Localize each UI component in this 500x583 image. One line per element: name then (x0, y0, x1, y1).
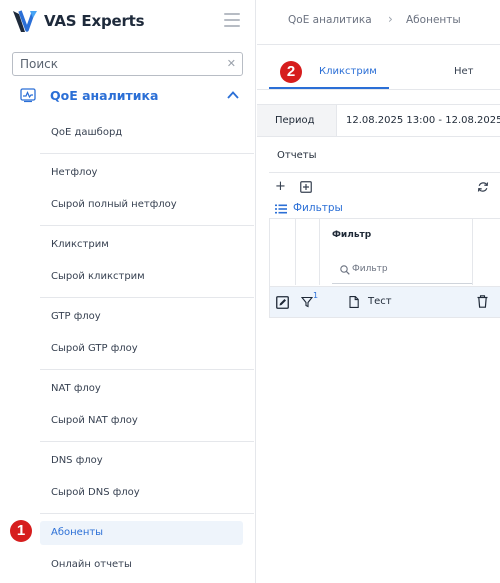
column-divider (472, 219, 473, 285)
reports-label: Отчеты (277, 150, 317, 161)
period-row: Период 12.08.2025 13:00 - 12.08.2025 (257, 104, 500, 137)
filters-table: Фильтр Фильтр 1 Тест (269, 218, 500, 318)
trash-icon[interactable] (477, 295, 488, 308)
sidebar-item-dns-flow[interactable]: DNS флоу (40, 449, 254, 473)
sidebar-item-raw-dns-flow[interactable]: Сырой DNS флоу (40, 481, 254, 505)
tab-clickstream[interactable]: Кликстрим (319, 66, 377, 77)
row-name[interactable]: Тест (368, 296, 392, 307)
edit-icon[interactable] (276, 296, 289, 309)
sidebar-item-netflow[interactable]: Нетфлоу (40, 161, 254, 185)
filter-column-header: Фильтр (332, 230, 372, 240)
annotation-badge-2: 2 (280, 61, 302, 83)
sidebar-section-qoe[interactable]: QoE аналитика (20, 86, 250, 106)
filter-column-search[interactable]: Фильтр (352, 264, 388, 274)
period-label: Период (257, 105, 337, 136)
breadcrumb: QoE аналитика › Абоненты (257, 0, 500, 45)
sidebar-item-raw-full-netflow[interactable]: Сырой полный нетфлоу (40, 193, 254, 217)
menu-toggle-icon[interactable] (224, 13, 240, 27)
sidebar-item-nat-flow[interactable]: NAT флоу (40, 377, 254, 401)
sidebar-search: ✕ (12, 52, 243, 76)
add-box-icon[interactable] (300, 181, 312, 193)
menu-divider (40, 369, 254, 370)
sidebar-item-qoe-dashboard[interactable]: QoE дашборд (40, 121, 254, 145)
analytics-chart-icon (20, 88, 36, 103)
reports-toolbar: + (269, 172, 500, 202)
document-icon (349, 296, 359, 308)
period-value[interactable]: 12.08.2025 13:00 - 12.08.2025 (346, 115, 500, 126)
main-content: QoE аналитика › Абоненты Кликстрим Нет 2… (257, 0, 500, 583)
sidebar-item-clickstream[interactable]: Кликстрим (40, 233, 254, 257)
sidebar-item-raw-clickstream[interactable]: Сырой кликстрим (40, 265, 254, 289)
breadcrumb-root[interactable]: QoE аналитика (288, 14, 372, 26)
search-input[interactable] (13, 53, 213, 75)
chevron-up-icon (227, 91, 239, 99)
column-divider (319, 219, 320, 285)
filter-search-underline (332, 283, 472, 284)
tab-netflow[interactable]: Нет (454, 66, 474, 77)
menu-divider (40, 225, 254, 226)
search-icon (340, 265, 350, 275)
menu-divider (40, 153, 254, 154)
sidebar-item-gtp-flow[interactable]: GTP флоу (40, 305, 254, 329)
menu-divider (40, 441, 254, 442)
annotation-badge-1: 1 (10, 520, 32, 542)
filter-count-badge: 1 (313, 291, 319, 300)
table-row[interactable]: 1 Тест (270, 286, 500, 318)
sidebar-item-online-reports[interactable]: Онлайн отчеты (40, 553, 254, 577)
vas-experts-logo-icon (13, 10, 37, 32)
clear-search-icon[interactable]: ✕ (227, 57, 236, 71)
list-icon (275, 204, 287, 214)
add-icon[interactable]: + (275, 180, 286, 194)
refresh-icon[interactable] (477, 181, 489, 193)
filters-label: Фильтры (293, 202, 343, 214)
logo[interactable]: VAS Experts (10, 6, 250, 36)
breadcrumb-separator-icon: › (388, 12, 393, 26)
sidebar-item-subscribers[interactable]: Абоненты (40, 521, 243, 545)
column-divider (295, 219, 296, 285)
sidebar-item-raw-gtp-flow[interactable]: Сырой GTP флоу (40, 337, 254, 361)
logo-text: VAS Experts (44, 12, 145, 30)
breadcrumb-current: Абоненты (406, 14, 461, 26)
filter-funnel-icon[interactable] (301, 296, 313, 308)
section-label: QoE аналитика (50, 88, 159, 103)
sidebar: VAS Experts ✕ QoE аналитика QoE дашборд … (0, 0, 256, 583)
sidebar-item-raw-nat-flow[interactable]: Сырой NAT флоу (40, 409, 254, 433)
menu-divider (40, 297, 254, 298)
menu-divider (40, 513, 254, 514)
active-tab-indicator (269, 87, 389, 89)
